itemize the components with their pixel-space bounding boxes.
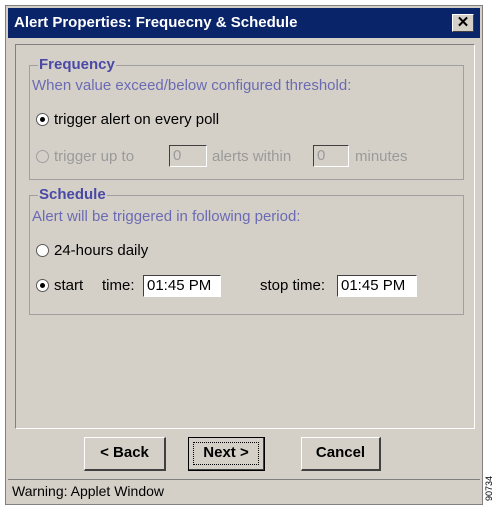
stop-time-input[interactable]: 01:45 PM	[337, 275, 417, 297]
frequency-legend: Frequency	[38, 56, 116, 74]
content-panel: Frequency When value exceed/below config…	[15, 44, 475, 429]
close-icon: ✕	[456, 14, 470, 31]
back-button[interactable]: < Back	[84, 437, 166, 471]
schedule-group: Schedule Alert will be triggered in foll…	[29, 186, 464, 315]
daily-radio[interactable]	[36, 244, 49, 257]
title-bar[interactable]: Alert Properties: Frequecny & Schedule ✕	[8, 8, 480, 38]
schedule-legend: Schedule	[38, 186, 107, 204]
frequency-group: Frequency When value exceed/below config…	[29, 56, 464, 180]
every-poll-radio[interactable]	[36, 113, 49, 126]
figure-number: 90734	[484, 475, 494, 501]
window-title: Alert Properties: Frequecny & Schedule	[14, 14, 298, 31]
radio-selected-dot	[40, 283, 45, 288]
start-time-input[interactable]: 01:45 PM	[143, 275, 221, 297]
alerts-within-label: alerts within	[212, 148, 292, 165]
start-label[interactable]: start	[54, 277, 83, 295]
schedule-description: Alert will be triggered in following per…	[32, 208, 301, 225]
start-time-label: time:	[102, 277, 135, 294]
cancel-button[interactable]: Cancel	[301, 437, 381, 471]
start-time-radio[interactable]	[36, 279, 49, 292]
daily-label[interactable]: 24-hours daily	[54, 242, 148, 260]
up-to-radio[interactable]	[36, 150, 49, 163]
next-button[interactable]: Next >	[188, 437, 265, 471]
status-warning-text: Warning: Applet Window	[12, 483, 164, 499]
radio-selected-dot	[40, 117, 45, 122]
minutes-label: minutes	[355, 148, 408, 165]
up-to-label[interactable]: trigger up to	[54, 148, 134, 166]
minutes-input[interactable]: 0	[313, 145, 349, 167]
alert-properties-dialog: Alert Properties: Frequecny & Schedule ✕…	[5, 5, 483, 505]
frequency-description: When value exceed/below configured thres…	[32, 77, 352, 94]
focus-indicator	[193, 442, 259, 465]
alerts-count-input[interactable]: 0	[169, 145, 207, 167]
every-poll-label[interactable]: trigger alert on every poll	[54, 111, 219, 129]
close-button[interactable]: ✕	[452, 14, 474, 32]
stop-time-label: stop time:	[260, 277, 326, 294]
status-bar: Warning: Applet Window	[8, 479, 480, 502]
